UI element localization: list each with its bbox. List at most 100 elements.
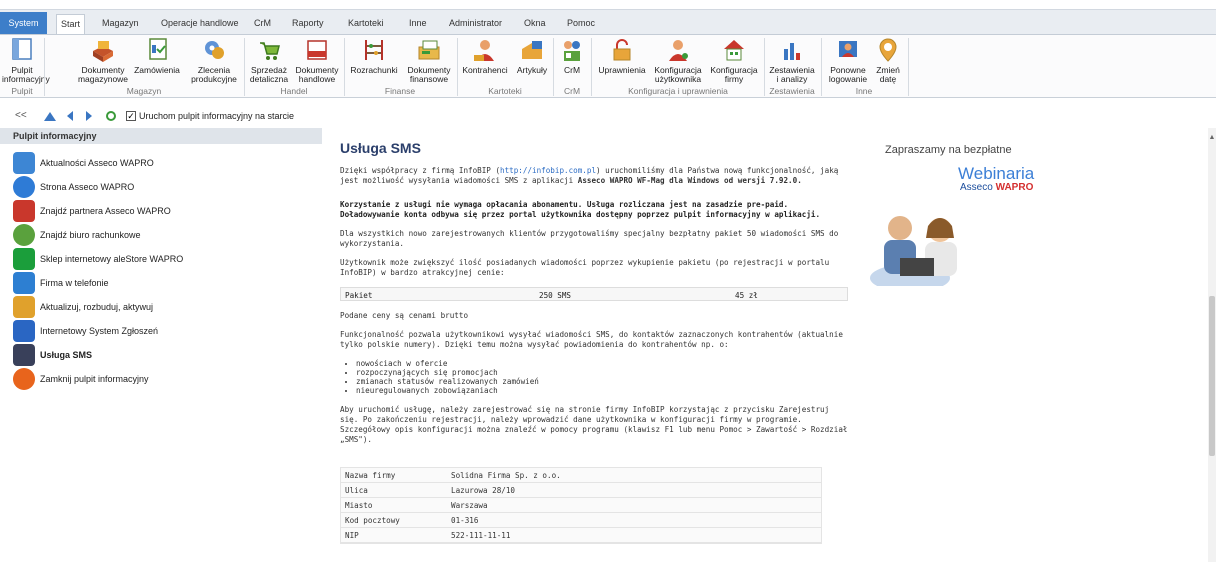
production-icon [201,37,227,63]
sidebar-item-label: Firma w telefonie [40,278,109,288]
ribbon-label: firmy [724,74,744,84]
tab-pomoc[interactable]: Pomoc [563,14,599,34]
order-icon [144,37,170,63]
change-date-icon [875,37,901,63]
infobip-link[interactable]: http://infobip.com.pl [500,166,596,175]
user-config-icon [665,37,691,63]
ribbon: Pulpit informacyjny Pulpit Dokumenty mag… [0,34,1216,98]
ribbon-label: detaliczna [249,74,289,84]
ribbon-dokumenty-handlowe-button[interactable]: Dokumenty handlowe [292,37,342,84]
table-row: Kod pocztowy 01-316 [341,513,821,528]
ribbon-konfiguracja-firmy-button[interactable]: Konfiguracja firmy [706,37,762,84]
ribbon-label: Rozrachunki [350,65,398,75]
ribbon-separator [764,38,765,96]
tab-kartoteki[interactable]: Kartoteki [344,14,388,34]
tab-start[interactable]: Start [56,14,86,35]
ribbon-separator [244,38,245,96]
ribbon-label: finansowe [409,74,449,84]
price-cell: Pakiet [345,291,373,300]
list-item: nieuregulowanych zobowiązaniach [356,386,850,395]
price-table: Pakiet 250 SMS 45 zł [340,287,848,301]
sidebar-item-firma-w-telefonie[interactable]: Firma w telefonie [13,272,313,296]
tab-administrator[interactable]: Administrator [445,14,506,34]
ribbon-zmien-date-button[interactable]: Zmień datę [872,37,904,84]
group-label-kartoteki: Kartoteki [488,86,522,96]
sidebar-item-label: Usługa SMS [40,350,93,360]
arrow-right-icon[interactable] [84,110,94,125]
ribbon-zamowienia-button[interactable]: Zamówienia [130,37,184,75]
news-icon [13,152,35,174]
sidebar-item-usluga-sms[interactable]: Usługa SMS [13,344,313,368]
scroll-up-icon[interactable]: ▲ [1208,134,1216,142]
ribbon-crm-button[interactable]: CrM [556,37,588,75]
refresh-icon[interactable] [105,110,117,125]
group-label-magazyn: Magazyn [126,86,162,96]
ribbon-ponowne-logowanie-button[interactable]: Ponowne logowanie [824,37,872,84]
ribbon-pulpit-button[interactable]: Pulpit informacyjny [2,37,50,84]
ribbon-uprawnienia-button[interactable]: Uprawnienia [594,37,650,75]
sidebar-item-zamknij[interactable]: Zamknij pulpit informacyjny [13,368,313,392]
scrollbar-thumb[interactable] [1209,296,1215,456]
sidebar-item-aktualnosci[interactable]: Aktualności Asseco WAPRO [13,152,313,176]
vertical-scrollbar[interactable]: ▲ [1208,128,1216,562]
ribbon-sprzedaz-button[interactable]: Sprzedaż detaliczna [246,37,292,84]
banner-brand-asseco: Asseco [960,182,996,193]
functionality-paragraph: Funkcjonalność pozwala użytkownikowi wys… [340,330,843,349]
tab-inne[interactable]: Inne [405,14,431,34]
chart-icon [779,37,805,63]
sidebar-item-partner[interactable]: Znajdź partnera Asseco WAPRO [13,200,313,224]
ribbon-label: Artykuły [516,65,548,75]
ribbon-konfiguracja-uzytkownika-button[interactable]: Konfiguracja użytkownika [650,37,706,84]
tab-raporty[interactable]: Raporty [288,14,328,34]
crm-icon [559,37,585,63]
sidebar-item-label: Aktualizuj, rozbuduj, aktywuj [40,302,154,312]
ribbon-zestawienia-button[interactable]: Zestawienia i analizy [766,37,818,84]
group-label-handel: Handel [280,86,308,96]
gross-note: Podane ceny są cenami brutto [340,311,469,320]
table-key: Nazwa firmy [345,471,396,480]
sidebar-item-strona[interactable]: Strona Asseco WAPRO [13,176,313,200]
ribbon-zlecenia-button[interactable]: Zlecenia produkcyjne [186,37,242,84]
tab-operacje-handlowe[interactable]: Operacje handlowe [157,14,243,34]
content-panel: Usługa SMS Dzięki współpracy z firmą Inf… [340,140,850,562]
sidebar-item-aktualizuj[interactable]: Aktualizuj, rozbuduj, aktywuj [13,296,313,320]
intro-bold-text: Asseco WAPRO WF-Mag dla Windows od wersj… [577,176,802,185]
table-row: Miasto Warszawa [341,498,821,513]
intro-text: Dzięki współpracy z firmą InfoBIP ( [340,166,501,175]
table-key: Ulica [345,486,368,495]
ribbon-dokumenty-finansowe-button[interactable]: Dokumenty finansowe [403,37,455,84]
ribbon-label: użytkownika [654,74,702,84]
home-icon[interactable] [43,110,57,125]
table-value: Solidna Firma Sp. z o.o. [451,471,561,480]
globe-icon [13,176,35,198]
ribbon-kontrahenci-button[interactable]: Kontrahenci [458,37,512,75]
monitor-icon [9,37,35,63]
update-icon [13,296,35,318]
ribbon-artykuly-button[interactable]: Artykuły [512,37,552,75]
group-label-pulpit: Pulpit [11,86,33,96]
tab-okna[interactable]: Okna [520,14,550,34]
group-label-konfiguracja: Konfiguracja i uprawnienia [628,86,728,96]
startup-checkbox[interactable]: ✓ [126,111,136,121]
group-label-inne: Inne [855,86,873,96]
ribbon-label: informacyjny [2,74,50,84]
banner-brand-text: Asseco WAPRO [960,182,1033,193]
ribbon-label: logowanie [828,74,868,84]
webinar-banner[interactable]: Zapraszamy na bezpłatne Webinaria Asseco… [870,140,1050,286]
tab-magazyn[interactable]: Magazyn [98,14,143,34]
buy-more-paragraph: Użytkownik może zwiększyć ilość posiadan… [340,258,830,277]
table-key: Miasto [345,501,373,510]
menu-bar: System Start Magazyn Operacje handlowe C… [0,0,1216,35]
sidebar-item-sklep[interactable]: Sklep internetowy aleStore WAPRO [13,248,313,272]
ribbon-label: produkcyjne [191,74,237,84]
ribbon-separator [44,38,45,96]
activation-paragraph: Aby uruchomić usługę, należy zarejestrow… [340,405,848,444]
sidebar-item-biuro[interactable]: Znajdź biuro rachunkowe [13,224,313,248]
arrow-left-icon[interactable] [65,110,75,125]
tab-crm[interactable]: CrM [250,14,275,34]
tab-system[interactable]: System [0,12,47,34]
ribbon-dokumenty-magazynowe-button[interactable]: Dokumenty magazynowe [77,37,129,84]
sidebar-item-zgloszenia[interactable]: Internetowy System Zgłoszeń [13,320,313,344]
back-button[interactable]: << [15,110,27,121]
ribbon-rozrachunki-button[interactable]: Rozrachunki [345,37,403,75]
